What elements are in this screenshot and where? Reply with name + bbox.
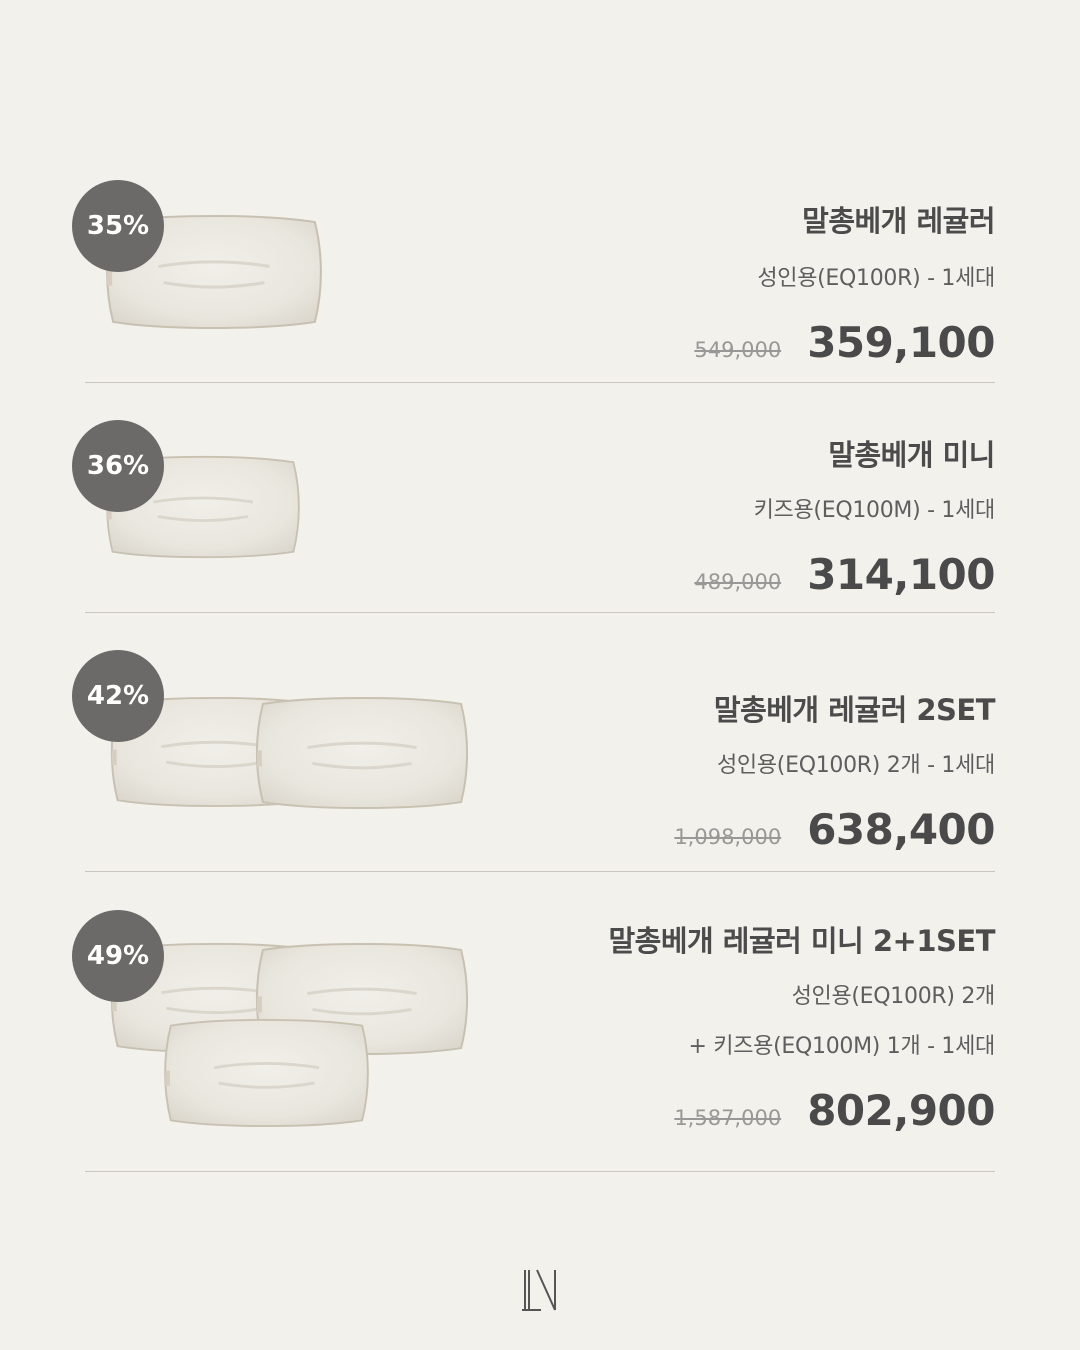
original-price: 489,000 (694, 570, 782, 594)
product-spec: 성인용(EQ100R) 2개 (791, 984, 996, 1009)
ln-logo (522, 1269, 556, 1311)
sale-price: 359,100 (807, 318, 995, 367)
product-name: 말총베개 미니 (828, 438, 995, 472)
sale-price: 802,900 (807, 1086, 995, 1135)
pillow-image (110, 942, 469, 1128)
product-name: 말총베개 레귤러 2SET (713, 693, 996, 727)
discount-badge: 42% (72, 650, 164, 742)
product-name: 말총베개 레귤러 미니 2+1SET (608, 924, 995, 958)
product-spec: 키즈용(EQ100M) - 1세대 (753, 498, 996, 523)
discount-badge: 35% (72, 180, 164, 272)
discount-badge: 36% (72, 420, 164, 512)
divider (85, 1171, 995, 1172)
product-spec-extra: + 키즈용(EQ100M) 1개 - 1세대 (688, 1034, 995, 1059)
product-spec: 성인용(EQ100R) - 1세대 (757, 266, 995, 291)
sale-price: 314,100 (807, 550, 995, 599)
original-price: 1,587,000 (674, 1106, 782, 1130)
discount-badge: 49% (72, 910, 164, 1002)
original-price: 549,000 (694, 338, 782, 362)
product-name: 말총베개 레귤러 (802, 204, 995, 238)
original-price: 1,098,000 (674, 825, 782, 849)
sale-price: 638,400 (807, 805, 995, 854)
product-spec: 성인용(EQ100R) 2개 - 1세대 (716, 753, 995, 778)
